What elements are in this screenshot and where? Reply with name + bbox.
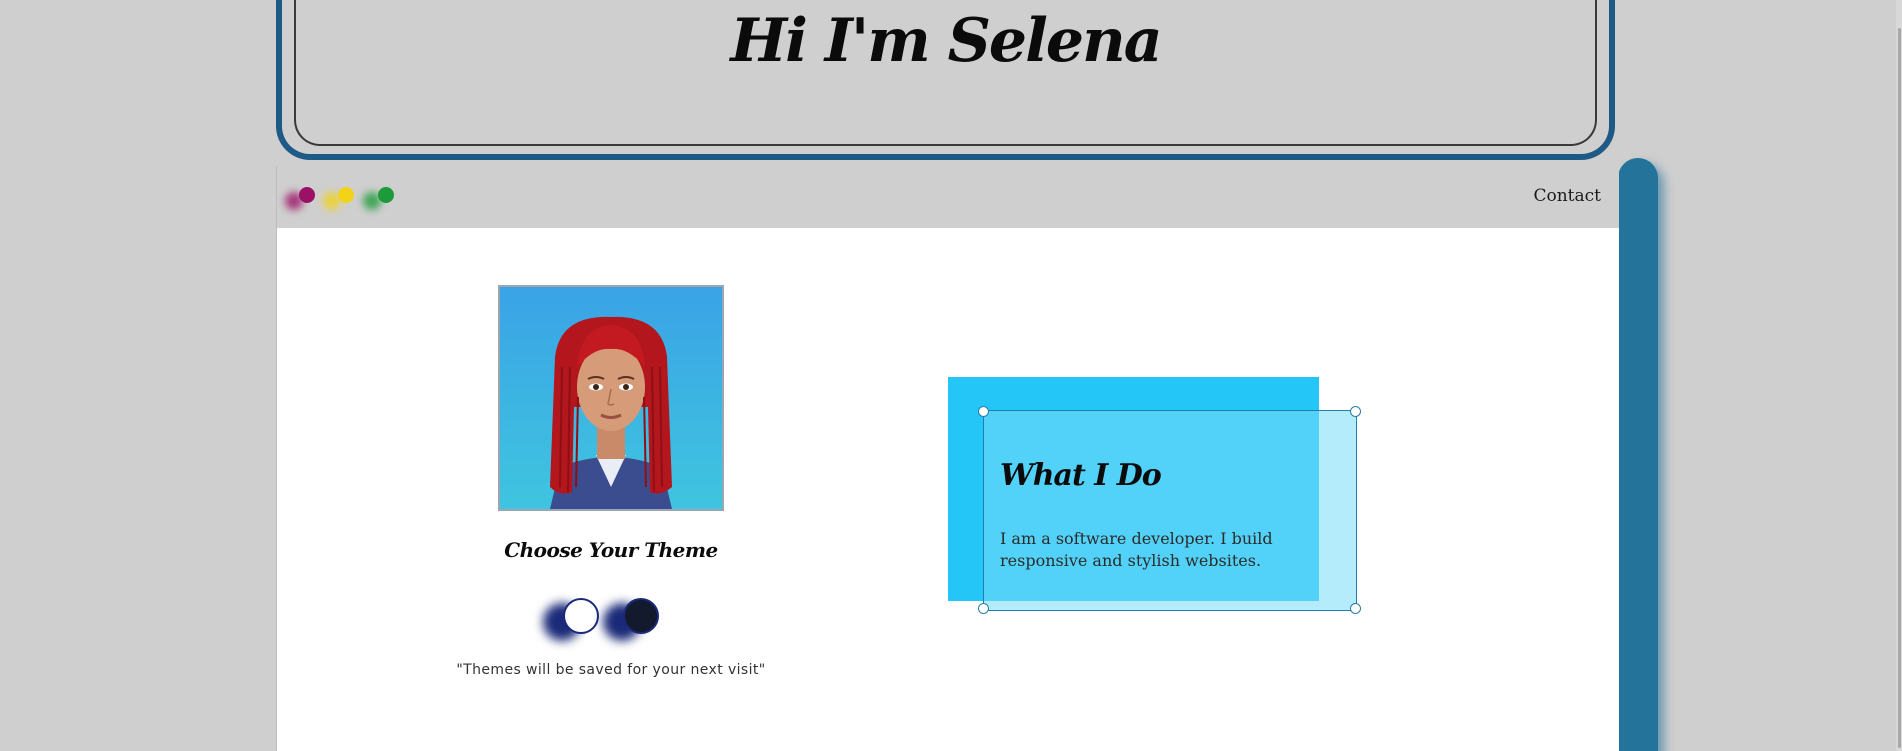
main-window: Contact Choose Your Theme "Themes will b… <box>276 166 1619 751</box>
what-i-do-card[interactable] <box>983 410 1357 611</box>
avatar <box>498 285 724 511</box>
scrollbar-thumb[interactable] <box>1898 28 1901 748</box>
avatar-illustration-icon <box>550 316 672 509</box>
window-dot-green[interactable] <box>378 187 394 203</box>
window-dot-yellow[interactable] <box>338 187 354 203</box>
resize-handle-top-left[interactable] <box>978 406 989 417</box>
top-nav-bar: Contact <box>277 166 1619 228</box>
window-dot-magenta[interactable] <box>299 187 315 203</box>
page: Hi I'm Selena Contact Choose Your Theme … <box>0 0 1902 751</box>
theme-light-button[interactable] <box>563 598 599 634</box>
contact-link[interactable]: Contact <box>1533 186 1601 206</box>
what-i-do-title: What I Do <box>1000 458 1162 493</box>
header-box: Hi I'm Selena <box>276 0 1615 160</box>
resize-handle-bottom-left[interactable] <box>978 603 989 614</box>
theme-dark-button[interactable] <box>623 598 659 634</box>
page-scrollbar[interactable] <box>1896 0 1902 751</box>
decorative-shadow-block <box>1618 158 1658 751</box>
themes-note: "Themes will be saved for your next visi… <box>456 662 766 678</box>
resize-handle-top-right[interactable] <box>1350 406 1361 417</box>
choose-theme-heading: Choose Your Theme <box>504 538 718 562</box>
site-title: Hi I'm Selena <box>730 6 1162 76</box>
what-i-do-text: I am a software developer. I build respo… <box>1000 529 1273 570</box>
resize-handle-bottom-right[interactable] <box>1350 603 1361 614</box>
